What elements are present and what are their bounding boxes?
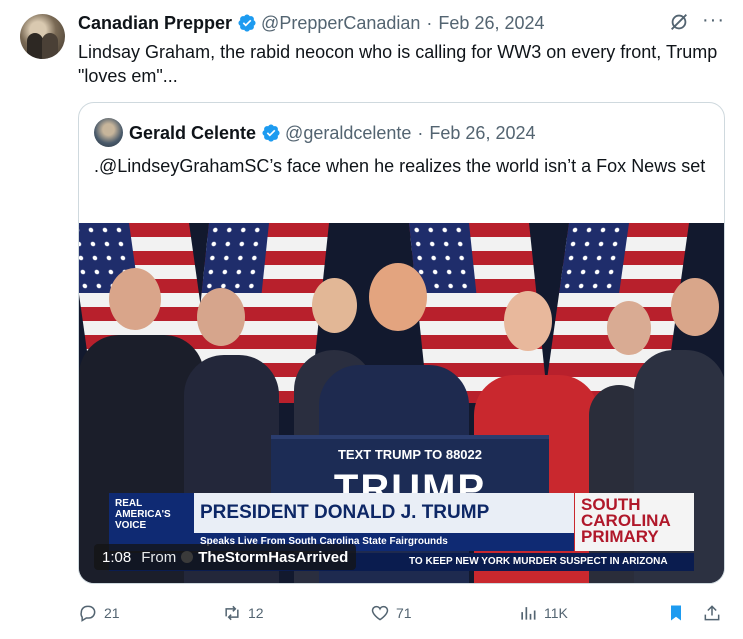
person-head xyxy=(607,301,651,355)
video-source[interactable]: TheStormHasArrived xyxy=(198,549,348,566)
quoted-author-handle[interactable]: @geraldcelente xyxy=(285,123,411,144)
video-from-label: From xyxy=(141,548,177,566)
like-button[interactable]: 71 xyxy=(370,600,412,626)
news-chyron: REAL AMERICA'S VOICE PRESIDENT DONALD J.… xyxy=(109,493,694,551)
views-count: 11K xyxy=(544,605,568,621)
quoted-date[interactable]: Feb 26, 2024 xyxy=(429,123,535,144)
quoted-header: Gerald Celente @geraldcelente · Feb 26, … xyxy=(129,122,536,144)
author-name[interactable]: Canadian Prepper xyxy=(78,13,232,34)
quoted-text: .@LindseyGrahamSC’s face when he realize… xyxy=(94,156,706,176)
reply-button[interactable]: 21 xyxy=(78,600,120,626)
grok-icon[interactable] xyxy=(668,11,690,33)
like-icon xyxy=(371,605,389,621)
source-avatar-icon xyxy=(181,551,194,563)
bookmark-button[interactable] xyxy=(666,600,692,626)
chyron-side: SOUTH CAROLINA PRIMARY xyxy=(575,493,694,551)
quoted-author-avatar[interactable] xyxy=(94,118,123,147)
person-head xyxy=(197,288,245,346)
reply-icon xyxy=(80,605,96,622)
reply-count: 21 xyxy=(104,605,120,621)
action-bar: 21 12 71 11K xyxy=(78,600,728,626)
header-separator: · xyxy=(426,12,433,33)
quoted-author-name[interactable]: Gerald Celente xyxy=(129,123,256,144)
avatar-figure xyxy=(42,33,58,59)
avatar-figure xyxy=(27,33,43,59)
repost-icon xyxy=(225,605,239,621)
views-button[interactable]: 11K xyxy=(518,600,568,626)
like-count: 71 xyxy=(396,605,412,621)
repost-button[interactable]: 12 xyxy=(222,600,264,626)
author-avatar[interactable] xyxy=(20,14,65,59)
video-time: 1:08 xyxy=(102,548,132,566)
person-head xyxy=(369,263,427,331)
share-button[interactable] xyxy=(702,600,728,626)
person-head xyxy=(504,291,552,351)
bookmark-icon xyxy=(671,605,681,621)
person-head xyxy=(671,278,719,336)
verified-badge-icon xyxy=(262,124,280,142)
video-player[interactable]: TEXT TRUMP TO 88022 TRUMP REAL AMERICA'S… xyxy=(79,223,724,583)
video-time-badge[interactable]: 1:08 From TheStormHasArrived xyxy=(94,544,357,570)
tweet-text: Lindsay Graham, the rabid neocon who is … xyxy=(78,42,718,86)
network-logo: REAL AMERICA'S VOICE xyxy=(109,493,194,551)
header-separator: · xyxy=(417,122,424,143)
more-icon[interactable]: ··· xyxy=(702,10,724,33)
verified-badge-icon xyxy=(238,14,256,32)
tweet-date[interactable]: Feb 26, 2024 xyxy=(438,13,544,34)
views-icon xyxy=(521,607,536,620)
tweet[interactable]: Canadian Prepper @PrepperCanadian · Feb … xyxy=(0,0,743,639)
person-head xyxy=(109,268,161,330)
tweet-header: Canadian Prepper @PrepperCanadian · Feb … xyxy=(78,12,545,34)
person-head xyxy=(312,278,357,333)
share-icon xyxy=(704,605,720,621)
chyron-main: PRESIDENT DONALD J. TRUMP xyxy=(194,493,574,533)
repost-count: 12 xyxy=(248,605,264,621)
author-handle[interactable]: @PrepperCanadian xyxy=(261,13,420,34)
podium-small-text: TEXT TRUMP TO 88022 xyxy=(337,447,482,462)
quoted-tweet[interactable]: Gerald Celente @geraldcelente · Feb 26, … xyxy=(78,102,725,584)
